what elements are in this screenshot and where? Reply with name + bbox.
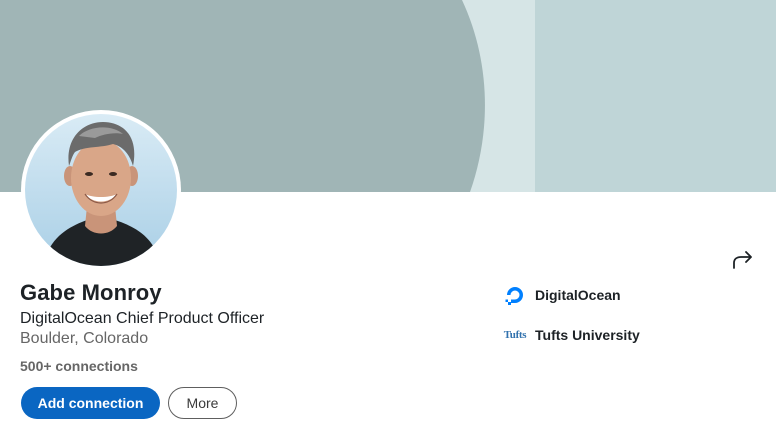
more-button[interactable]: More bbox=[168, 387, 237, 419]
org-item-tufts[interactable]: Tufts Tufts University bbox=[501, 323, 640, 347]
profile-photo bbox=[25, 114, 177, 266]
profile-name: Gabe Monroy bbox=[20, 280, 162, 305]
org-name: Tufts University bbox=[535, 327, 640, 343]
add-connection-button[interactable]: Add connection bbox=[21, 387, 160, 419]
profile-avatar[interactable] bbox=[21, 110, 181, 270]
org-name: DigitalOcean bbox=[535, 287, 621, 303]
connections-count[interactable]: 500+ connections bbox=[20, 358, 138, 374]
tufts-logo: Tufts bbox=[503, 329, 527, 341]
digitalocean-logo-icon bbox=[501, 283, 529, 307]
share-icon[interactable] bbox=[730, 248, 756, 272]
profile-location: Boulder, Colorado bbox=[20, 330, 149, 347]
org-item-digitalocean[interactable]: DigitalOcean bbox=[501, 283, 621, 307]
profile-headline: DigitalOcean Chief Product Officer bbox=[20, 310, 265, 327]
